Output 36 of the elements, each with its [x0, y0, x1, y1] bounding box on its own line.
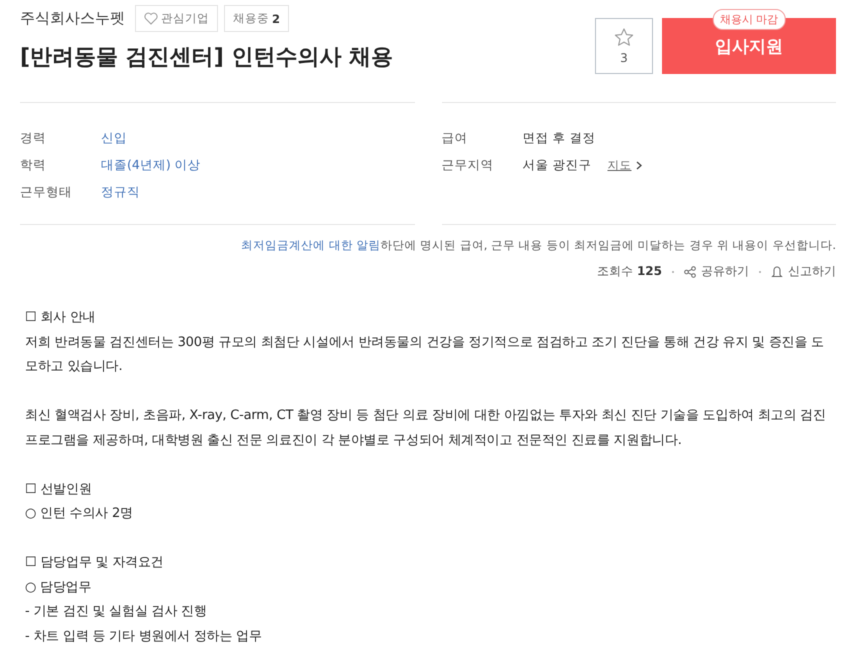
map-link[interactable]: 지도: [607, 158, 632, 173]
minimum-wage-link[interactable]: 최저임금계산에 대한 알림: [241, 238, 380, 252]
chevron-right-icon: [636, 161, 642, 170]
deadline-badge: 채용시 마감: [712, 9, 786, 30]
info-value: 대졸(4년제) 이상: [101, 157, 201, 174]
info-label: 근무지역: [442, 157, 494, 174]
info-value: 정규직: [101, 184, 140, 201]
star-icon: [614, 28, 634, 46]
job-title: [반려동물 검진센터] 인턴수의사 채용: [20, 44, 394, 72]
share-icon: [684, 266, 696, 278]
info-value: 면접 후 결정: [522, 130, 596, 147]
description-text: ☐ 선발인원: [25, 480, 93, 498]
report-link[interactable]: 신고하기: [788, 263, 836, 280]
info-label: 근무형태: [20, 184, 73, 201]
description-text: ○ 담당업무: [25, 578, 92, 596]
info-value: 서울 광진구: [522, 157, 592, 174]
hiring-count-button[interactable]: 채용중 2: [224, 5, 290, 32]
company-name[interactable]: 주식회사스누펫: [20, 9, 125, 28]
info-label: 학력: [20, 157, 47, 174]
description-text: - 차트 입력 등 기타 병원에서 정하는 업무: [25, 628, 263, 646]
description-text: ☐ 담당업무 및 자격요건: [25, 554, 164, 572]
description-text: ☐ 회사 안내: [25, 309, 97, 327]
minimum-wage-notice: 최저임금계산에 대한 알림 하단에 명시된 급여, 근무 내용 등이 최저임금에 미달하는 경우 위 내용이 우선합니다.: [240, 238, 836, 253]
favorite-company-button[interactable]: 관심기업: [135, 5, 218, 32]
description-text: ○ 인턴 수의사 2명: [25, 505, 134, 523]
bell-icon: [771, 265, 783, 278]
share-link[interactable]: 공유하기: [701, 263, 749, 280]
heart-icon: [144, 12, 158, 25]
description-text: 최신 혈액검사 장비, 초음파, X-ray, C-arm, CT 촬영 장비 등 첨단 의료 장비에 대한 아낌없는 투자와 최신 진단 기술을 도입하여 최고의 검진 프로그램을 제공하며, 대학병원 출신 전문 의료진이 각 분야별로 구성되어 체계적이고 전문적인 진료를 지원합니다.: [25, 407, 827, 450]
description-text: - 기본 검진 및 실험실 검사 진행: [25, 603, 208, 621]
info-label: 급여: [442, 130, 468, 147]
view-count: 조회수 125: [597, 263, 662, 280]
info-value: 신입: [101, 130, 127, 147]
scrap-button[interactable]: 3: [595, 18, 653, 74]
info-label: 경력: [20, 130, 47, 147]
description-text: 저희 반려동물 검진센터는 300평 규모의 최첨단 시설에서 반려동물의 건강을 정기적으로 점검하고 조기 진단을 통해 건강 유지 및 증진을 도모하고 있습니다.: [25, 334, 825, 376]
